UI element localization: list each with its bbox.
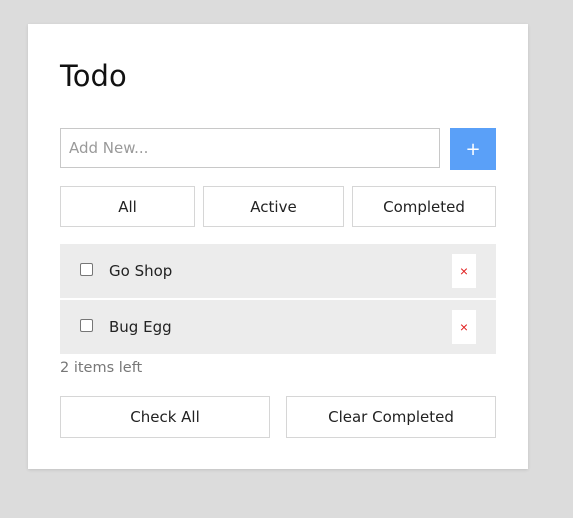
filter-active-button[interactable]: Active: [203, 186, 344, 227]
todo-checkbox[interactable]: [80, 263, 93, 276]
new-todo-input[interactable]: [60, 128, 440, 168]
plus-icon: +: [465, 138, 481, 160]
todo-label: Go Shop: [109, 262, 173, 280]
page-title: Todo: [60, 59, 127, 93]
todo-checkbox[interactable]: [80, 319, 93, 332]
todo-card: Todo + All Active Completed Go Shop × Bu…: [28, 24, 528, 469]
check-all-button[interactable]: Check All: [60, 396, 270, 438]
close-icon: ×: [459, 319, 469, 335]
todo-item: Go Shop ×: [60, 244, 496, 298]
delete-todo-button[interactable]: ×: [452, 310, 476, 344]
add-todo-button[interactable]: +: [450, 128, 496, 170]
items-left-count: 2 items left: [60, 360, 143, 376]
clear-completed-button[interactable]: Clear Completed: [286, 396, 496, 438]
filter-completed-button[interactable]: Completed: [352, 186, 496, 227]
close-icon: ×: [459, 263, 469, 279]
todo-item: Bug Egg ×: [60, 300, 496, 354]
filter-all-button[interactable]: All: [60, 186, 195, 227]
todo-label: Bug Egg: [109, 318, 172, 336]
delete-todo-button[interactable]: ×: [452, 254, 476, 288]
